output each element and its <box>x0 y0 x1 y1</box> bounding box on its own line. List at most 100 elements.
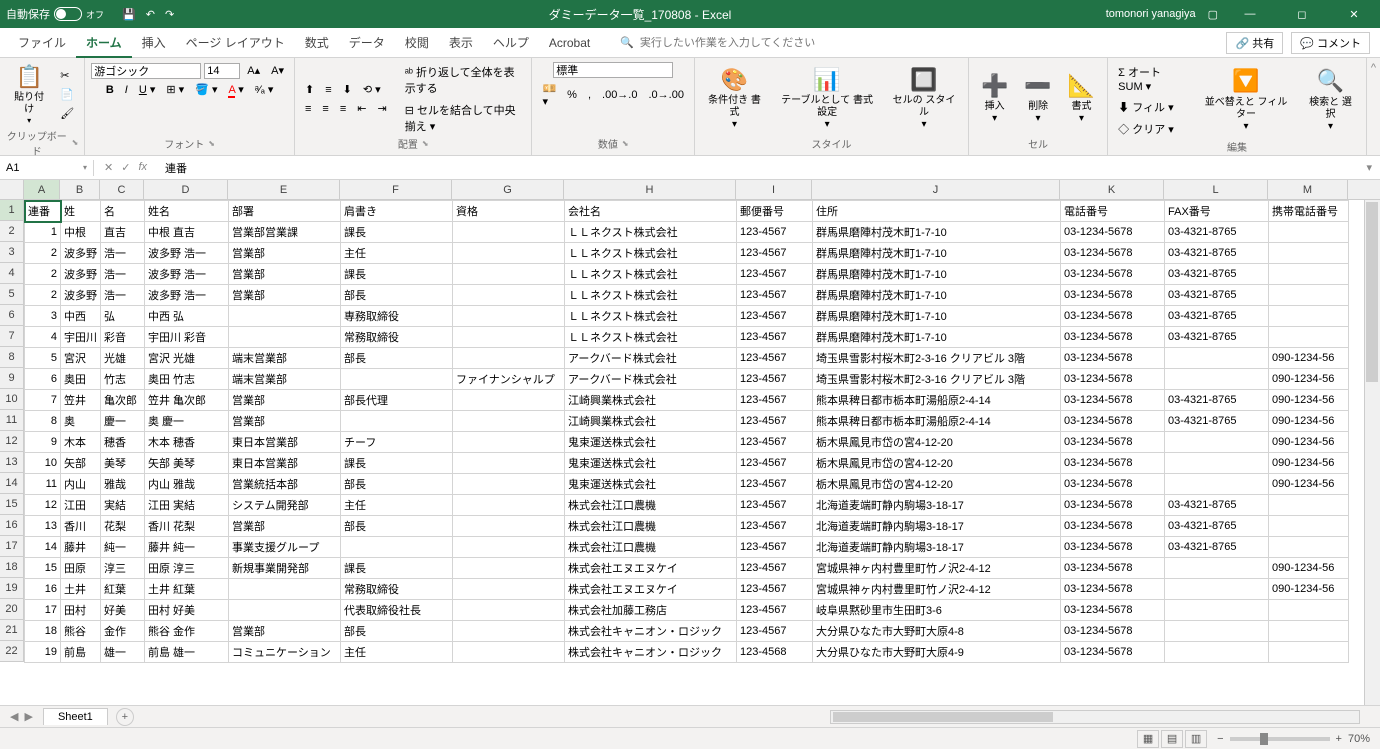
cell[interactable]: アークバード株式会社 <box>565 348 737 369</box>
cell[interactable]: 電話番号 <box>1061 201 1165 222</box>
cell[interactable]: 11 <box>25 474 61 495</box>
cell[interactable]: 穂香 <box>101 432 145 453</box>
tab-data[interactable]: データ <box>339 28 395 58</box>
launcher-icon[interactable]: ⬊ <box>208 139 215 148</box>
cell[interactable] <box>453 264 565 285</box>
cell[interactable]: 亀次郎 <box>101 390 145 411</box>
cell[interactable]: 中西 <box>61 306 101 327</box>
row-header[interactable]: 14 <box>0 473 23 494</box>
column-header[interactable]: K <box>1060 180 1164 199</box>
cell[interactable]: 熊谷 <box>61 621 101 642</box>
cell[interactable]: 郵便番号 <box>737 201 813 222</box>
cell[interactable]: 大分県ひなた市大野町大原4-9 <box>813 642 1061 663</box>
cell[interactable]: 営業部 <box>229 390 341 411</box>
tab-file[interactable]: ファイル <box>8 28 76 58</box>
cell[interactable]: 03-1234-5678 <box>1061 285 1165 306</box>
cell[interactable] <box>453 453 565 474</box>
cell[interactable] <box>341 411 453 432</box>
cell[interactable] <box>1165 642 1269 663</box>
cell[interactable]: 2 <box>25 243 61 264</box>
cell[interactable]: 03-4321-8765 <box>1165 411 1269 432</box>
cell[interactable]: 中西 弘 <box>145 306 229 327</box>
row-header[interactable]: 13 <box>0 452 23 473</box>
column-header[interactable]: M <box>1268 180 1348 199</box>
format-cells-button[interactable]: 📐書式▾ <box>1062 71 1101 127</box>
align-top-icon[interactable]: ⬆ <box>301 81 318 98</box>
number-format-select[interactable] <box>553 62 673 78</box>
underline-icon[interactable]: U ▾ <box>135 81 160 98</box>
cell[interactable]: 123-4567 <box>737 243 813 264</box>
select-all-corner[interactable] <box>0 180 24 200</box>
save-icon[interactable]: 💾 <box>122 8 136 21</box>
cell[interactable] <box>453 642 565 663</box>
row-header[interactable]: 20 <box>0 599 23 620</box>
cell[interactable]: 03-4321-8765 <box>1165 495 1269 516</box>
cell[interactable]: 竹志 <box>101 369 145 390</box>
cell[interactable]: 14 <box>25 537 61 558</box>
cell[interactable]: コミュニケーション <box>229 642 341 663</box>
format-painter-icon[interactable]: 🖌 <box>56 105 78 122</box>
cell[interactable] <box>1165 621 1269 642</box>
decrease-decimal-icon[interactable]: .0→.00 <box>644 87 687 103</box>
cell[interactable]: 営業統括本部 <box>229 474 341 495</box>
delete-cells-button[interactable]: ➖削除▾ <box>1018 71 1057 127</box>
cell[interactable]: 03-4321-8765 <box>1165 516 1269 537</box>
cell[interactable]: 03-1234-5678 <box>1061 222 1165 243</box>
cell[interactable]: 淳三 <box>101 558 145 579</box>
cell[interactable]: 田村 <box>61 600 101 621</box>
cell[interactable]: 事業支援グループ <box>229 537 341 558</box>
cell[interactable]: 群馬県磨陣村茂木町1-7-10 <box>813 222 1061 243</box>
cell[interactable]: 専務取締役 <box>341 306 453 327</box>
cell[interactable] <box>453 306 565 327</box>
cell[interactable] <box>453 579 565 600</box>
cell[interactable] <box>453 243 565 264</box>
cell[interactable]: 03-1234-5678 <box>1061 348 1165 369</box>
cell[interactable]: 株式会社キャニオン・ロジック <box>565 621 737 642</box>
decrease-indent-icon[interactable]: ⇤ <box>353 100 370 117</box>
cell[interactable] <box>229 327 341 348</box>
cell[interactable]: 宮沢 光雄 <box>145 348 229 369</box>
launcher-icon[interactable]: ⬊ <box>622 139 629 148</box>
cell[interactable]: 波多野 <box>61 285 101 306</box>
tab-acrobat[interactable]: Acrobat <box>539 28 600 58</box>
cell[interactable]: 123-4567 <box>737 453 813 474</box>
cell[interactable]: 内山 <box>61 474 101 495</box>
cell[interactable]: 03-1234-5678 <box>1061 474 1165 495</box>
column-header[interactable]: H <box>564 180 736 199</box>
cell[interactable]: 03-4321-8765 <box>1165 243 1269 264</box>
cell[interactable]: 内山 雅哉 <box>145 474 229 495</box>
cell[interactable]: 123-4567 <box>737 474 813 495</box>
cell[interactable]: 03-4321-8765 <box>1165 222 1269 243</box>
sort-filter-button[interactable]: 🔽並べ替えと フィルター▾ <box>1195 66 1297 134</box>
cell[interactable]: 浩一 <box>101 243 145 264</box>
cell[interactable] <box>1269 264 1349 285</box>
cell[interactable]: 部長 <box>341 516 453 537</box>
cell[interactable]: 4 <box>25 327 61 348</box>
cell[interactable] <box>453 348 565 369</box>
row-header[interactable]: 18 <box>0 557 23 578</box>
tab-help[interactable]: ヘルプ <box>483 28 539 58</box>
launcher-icon[interactable]: ⬊ <box>422 139 429 148</box>
cell[interactable]: 主任 <box>341 642 453 663</box>
cell[interactable]: 部長 <box>341 474 453 495</box>
cell[interactable]: 田原 <box>61 558 101 579</box>
row-header[interactable]: 10 <box>0 389 23 410</box>
cell[interactable]: 123-4567 <box>737 306 813 327</box>
cell[interactable]: ＬＬネクスト株式会社 <box>565 327 737 348</box>
cell[interactable]: 03-1234-5678 <box>1061 600 1165 621</box>
cell[interactable]: 笠井 <box>61 390 101 411</box>
cell[interactable] <box>1165 453 1269 474</box>
row-header[interactable]: 17 <box>0 536 23 557</box>
cell[interactable] <box>453 327 565 348</box>
cell[interactable] <box>1269 243 1349 264</box>
clear-button[interactable]: ◇ クリア ▾ <box>1114 119 1191 139</box>
cell[interactable]: 03-4321-8765 <box>1165 306 1269 327</box>
currency-icon[interactable]: 💴 ▾ <box>538 80 560 110</box>
cell[interactable]: 宇田川 <box>61 327 101 348</box>
cell[interactable] <box>229 579 341 600</box>
row-header[interactable]: 6 <box>0 305 23 326</box>
cell[interactable]: 前島 雄一 <box>145 642 229 663</box>
spreadsheet-grid[interactable]: ABCDEFGHIJKLM 12345678910111213141516171… <box>0 180 1380 705</box>
cell[interactable]: 熊本県稗日都市栃本町湯船原2-4-14 <box>813 411 1061 432</box>
cell[interactable]: 15 <box>25 558 61 579</box>
